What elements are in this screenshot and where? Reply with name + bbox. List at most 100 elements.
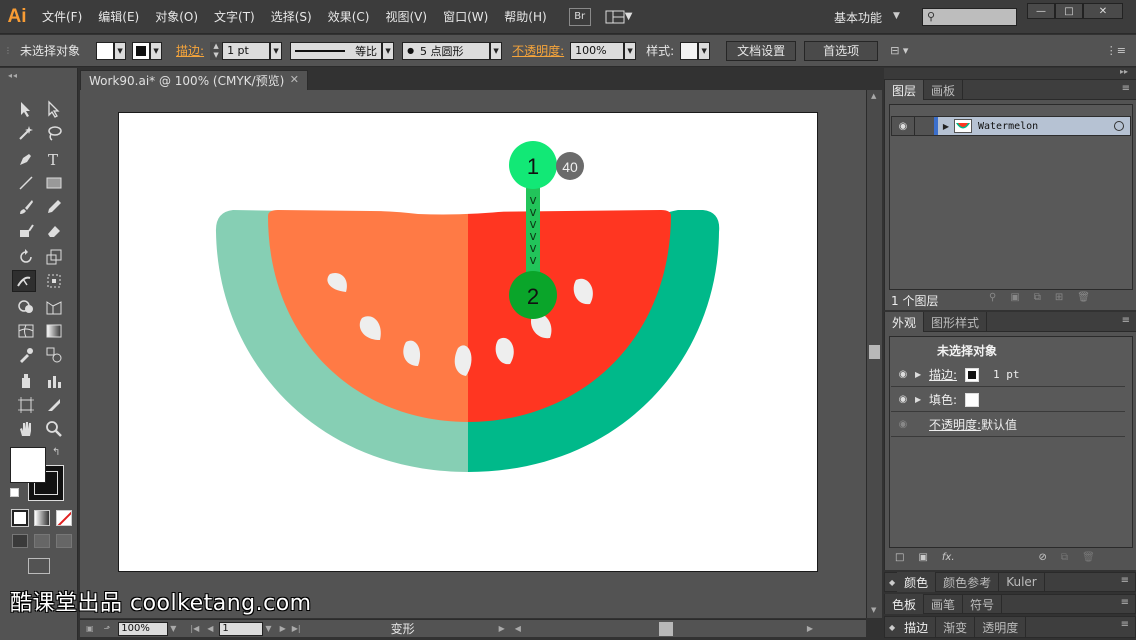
tab-swatches[interactable]: 色板 bbox=[885, 594, 925, 614]
blob-brush-tool-icon[interactable] bbox=[14, 220, 38, 242]
close-tab-icon[interactable]: ✕ bbox=[290, 73, 299, 86]
scroll-left-icon[interactable]: ◀ bbox=[515, 624, 521, 633]
appearance-stroke-row[interactable]: ◉ ▶ 描边: 1 pt bbox=[891, 363, 1125, 387]
graphic-style-swatch[interactable] bbox=[680, 41, 699, 60]
tab-kuler[interactable]: Kuler bbox=[999, 572, 1045, 592]
prev-artboard-icon[interactable]: ◀ bbox=[207, 624, 213, 633]
chevron-down-icon[interactable]: ▼ bbox=[893, 11, 900, 21]
tab-artboards[interactable]: 画板 bbox=[924, 80, 964, 100]
color-mode-button[interactable] bbox=[11, 509, 29, 527]
draw-behind-icon[interactable] bbox=[34, 534, 50, 548]
scroll-up-icon[interactable]: ▲ bbox=[871, 92, 876, 100]
stroke-weight-dropdown[interactable]: ▼ bbox=[270, 41, 283, 60]
eye-icon[interactable]: ◉ bbox=[891, 369, 915, 380]
minimize-button[interactable]: — bbox=[1027, 3, 1055, 19]
opacity-label[interactable]: 不透明度: bbox=[512, 42, 564, 59]
default-colors-icon[interactable] bbox=[10, 488, 19, 497]
rotate-tool-icon[interactable] bbox=[14, 246, 38, 268]
tab-symbols[interactable]: 符号 bbox=[963, 594, 1003, 614]
stroke-swatch[interactable] bbox=[132, 41, 151, 60]
zoom-field[interactable]: 100% bbox=[118, 621, 169, 636]
vertical-scrollbar[interactable]: ▲ ▼ bbox=[866, 90, 882, 618]
opacity-dropdown[interactable]: ▼ bbox=[624, 41, 637, 60]
slice-tool-icon[interactable] bbox=[42, 394, 66, 416]
first-artboard-icon[interactable]: |◀ bbox=[190, 624, 199, 633]
selection-tool-icon[interactable] bbox=[14, 98, 38, 120]
appearance-opacity-row[interactable]: ◉ 不透明度: 默认值 bbox=[891, 413, 1125, 437]
shape-builder-tool-icon[interactable] bbox=[14, 296, 38, 318]
appearance-fill-swatch[interactable] bbox=[965, 392, 980, 407]
tab-color-guide[interactable]: 颜色参考 bbox=[936, 572, 1000, 592]
swap-fill-stroke-icon[interactable]: ↰ bbox=[52, 447, 60, 458]
fill-dropdown[interactable]: ▼ bbox=[114, 41, 127, 60]
artboard-tool-icon[interactable] bbox=[14, 394, 38, 416]
variable-width-profile[interactable]: 等比 bbox=[290, 41, 383, 60]
brush-definition[interactable]: ● 5 点圆形 bbox=[402, 41, 491, 60]
menu-item[interactable]: 文件(F) bbox=[34, 0, 90, 34]
tab-graphic-styles[interactable]: 图形样式 bbox=[924, 312, 988, 332]
perspective-grid-tool-icon[interactable] bbox=[42, 296, 66, 318]
arrange-documents-button[interactable]: ▼ bbox=[605, 8, 635, 26]
blend-tool-icon[interactable] bbox=[42, 344, 66, 366]
fill-swatch[interactable] bbox=[96, 41, 115, 60]
eyedropper-tool-icon[interactable] bbox=[14, 344, 38, 366]
expand-triangle-icon[interactable]: ▶ bbox=[915, 395, 929, 404]
appearance-stroke-label[interactable]: 描边: bbox=[929, 366, 957, 383]
add-fill-icon[interactable]: ▣ bbox=[918, 552, 927, 563]
rectangle-tool-icon[interactable] bbox=[42, 172, 66, 194]
lasso-tool-icon[interactable] bbox=[42, 122, 66, 144]
lock-toggle[interactable] bbox=[914, 117, 934, 135]
align-icon[interactable]: ⊟ ▾ bbox=[890, 44, 908, 57]
pen-tool-icon[interactable] bbox=[14, 148, 38, 170]
tab-appearance[interactable]: 外观 bbox=[885, 312, 925, 332]
document-setup-button[interactable]: 文档设置 bbox=[726, 40, 797, 61]
layers-panel-actions[interactable]: ⚲▣⧉⊞🗑 bbox=[989, 292, 1104, 303]
scroll-right-icon[interactable]: ▶ bbox=[807, 624, 813, 633]
appearance-fill-row[interactable]: ◉ ▶ 填色: bbox=[891, 388, 1125, 412]
expand-panel-icon[interactable]: ◆ bbox=[889, 623, 895, 632]
layer-row[interactable]: ◉ ▶ Watermelon bbox=[891, 116, 1131, 136]
add-stroke-icon[interactable]: □ bbox=[895, 552, 904, 563]
appearance-stroke-swatch[interactable] bbox=[965, 367, 980, 382]
scroll-thumb[interactable] bbox=[869, 345, 880, 359]
eye-icon[interactable]: ◉ bbox=[892, 117, 914, 135]
gradient-tool-icon[interactable] bbox=[42, 320, 66, 342]
menu-item[interactable]: 窗口(W) bbox=[435, 0, 496, 34]
line-segment-tool-icon[interactable] bbox=[14, 172, 38, 194]
menu-item[interactable]: 视图(V) bbox=[377, 0, 435, 34]
tab-color[interactable]: 颜色 bbox=[897, 572, 937, 592]
next-artboard-icon[interactable]: ▶ bbox=[280, 624, 286, 633]
menu-item[interactable]: 对象(O) bbox=[147, 0, 206, 34]
close-button[interactable]: ✕ bbox=[1083, 3, 1123, 19]
preferences-button[interactable]: 首选项 bbox=[804, 40, 879, 61]
layer-name[interactable]: Watermelon bbox=[978, 121, 1114, 132]
appearance-opacity-label[interactable]: 不透明度: bbox=[929, 416, 981, 433]
last-artboard-icon[interactable]: ▶| bbox=[292, 624, 301, 633]
paintbrush-tool-icon[interactable] bbox=[14, 196, 38, 218]
eraser-tool-icon[interactable] bbox=[42, 220, 66, 242]
opacity-field[interactable]: 100% bbox=[570, 41, 625, 60]
add-effect-icon[interactable]: fx. bbox=[942, 552, 955, 563]
gradient-mode-button[interactable] bbox=[34, 510, 50, 526]
panel-menu-icon[interactable]: ≡ bbox=[1122, 83, 1130, 94]
type-tool-icon[interactable]: T bbox=[42, 148, 66, 170]
panel-dock-header[interactable]: ▸▸ bbox=[884, 67, 1136, 80]
tab-layers[interactable]: 图层 bbox=[885, 80, 925, 100]
magic-wand-tool-icon[interactable] bbox=[14, 122, 38, 144]
none-mode-button[interactable] bbox=[56, 510, 72, 526]
width-tool-icon[interactable] bbox=[12, 270, 36, 292]
appearance-stroke-value[interactable]: 1 pt bbox=[993, 368, 1020, 381]
panel-menu-icon[interactable]: ≡ bbox=[1121, 597, 1129, 608]
bridge-button[interactable]: Br bbox=[568, 7, 591, 26]
panel-collapse-icon[interactable]: ◂◂ bbox=[8, 71, 18, 80]
menu-item[interactable]: 编辑(E) bbox=[90, 0, 147, 34]
search-input[interactable]: ⚲ bbox=[922, 8, 1017, 26]
brush-dropdown[interactable]: ▼ bbox=[490, 41, 503, 60]
tab-stroke[interactable]: 描边 bbox=[897, 617, 937, 637]
zoom-dropdown-icon[interactable]: ▼ bbox=[170, 624, 176, 633]
mesh-tool-icon[interactable] bbox=[14, 320, 38, 342]
expand-triangle-icon[interactable]: ▶ bbox=[915, 370, 929, 379]
profile-dropdown[interactable]: ▼ bbox=[382, 41, 395, 60]
status-text[interactable]: 变形 bbox=[391, 620, 415, 637]
export-icon[interactable]: ⬏ bbox=[104, 624, 111, 633]
